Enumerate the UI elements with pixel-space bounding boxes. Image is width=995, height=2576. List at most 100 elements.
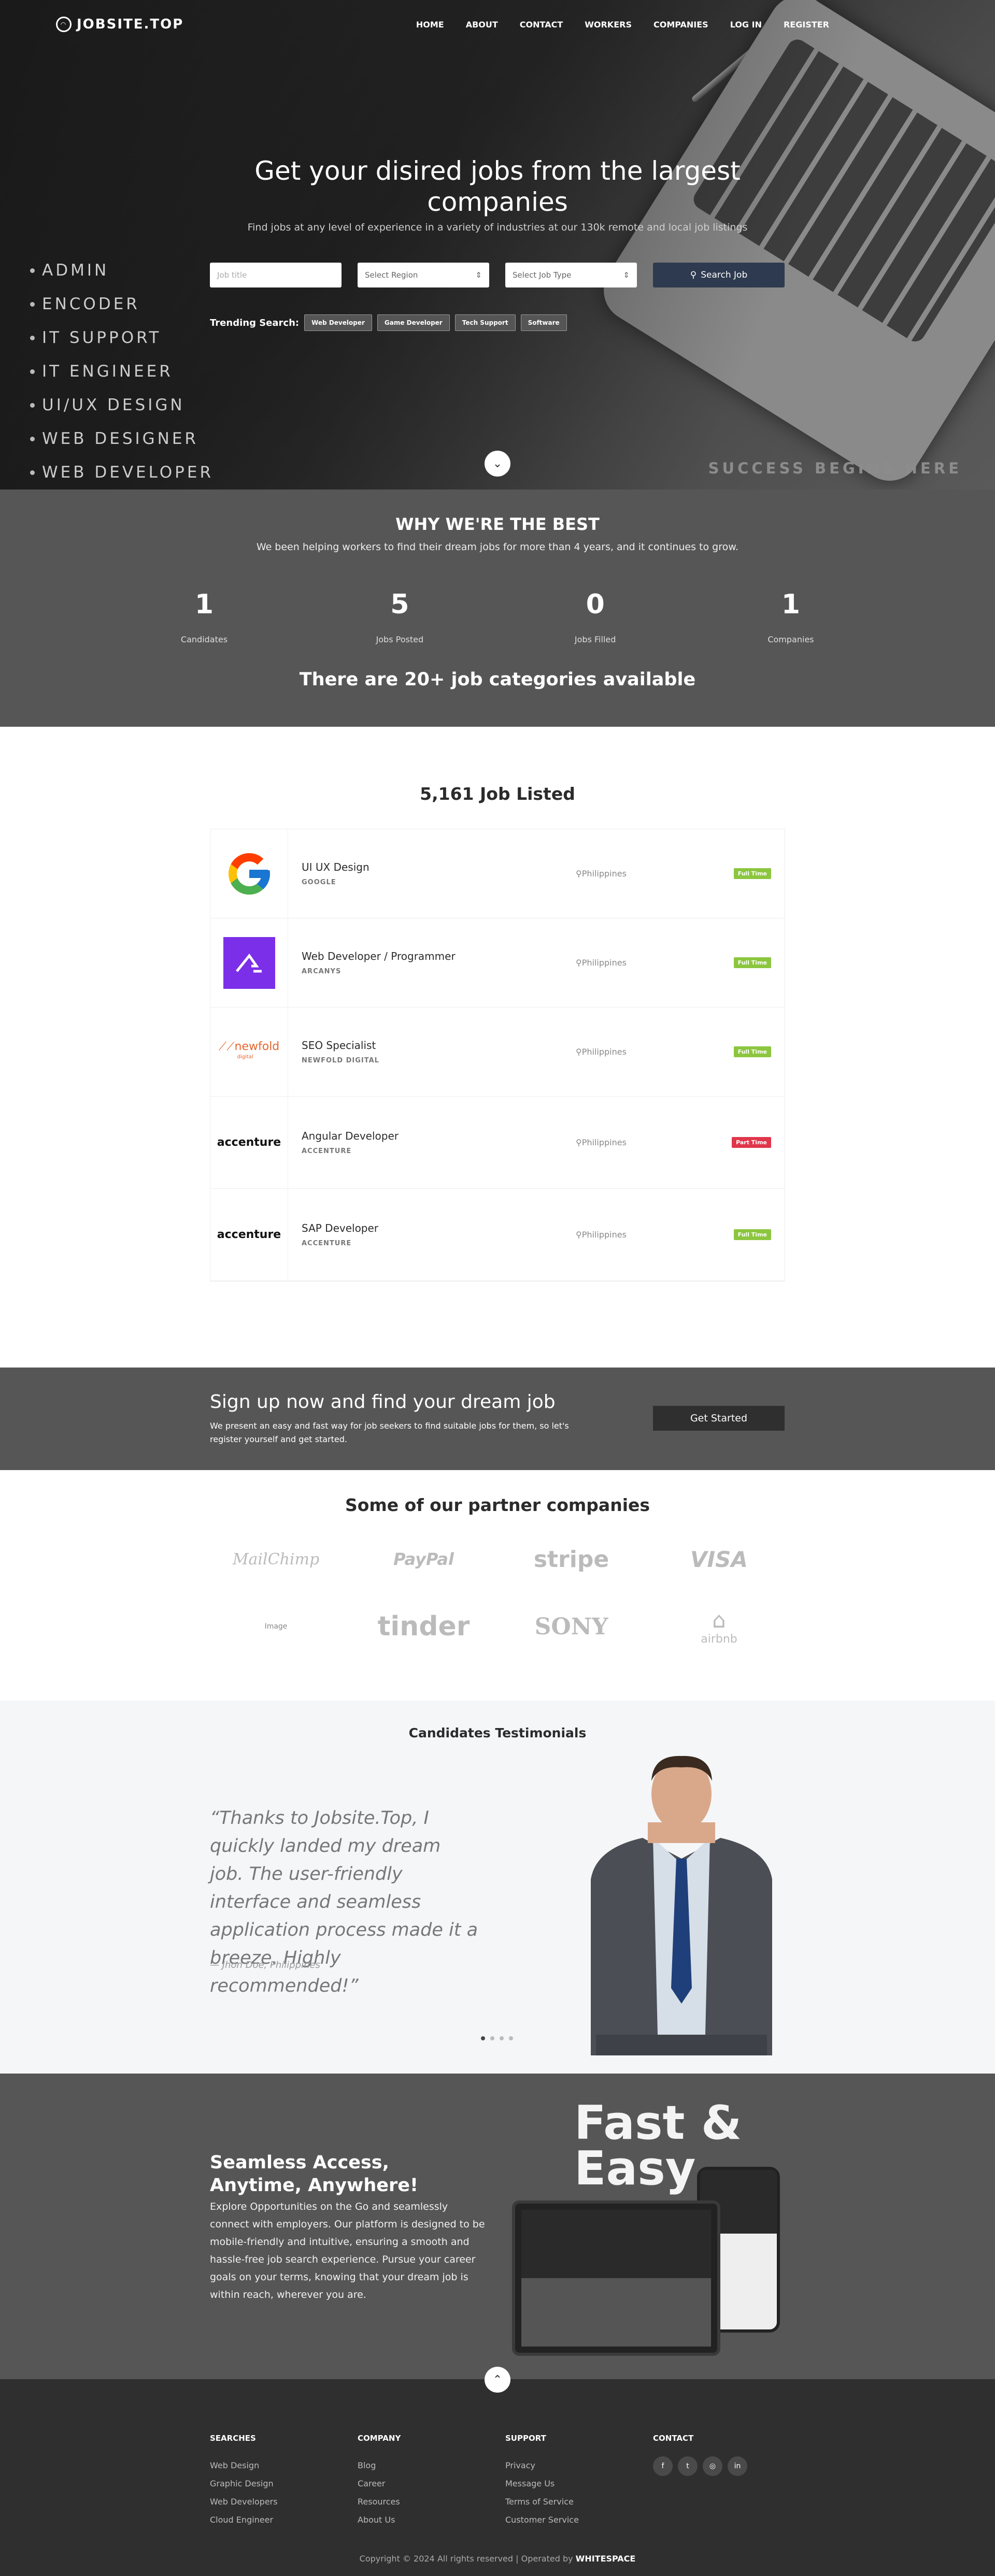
- job-search-form: Job title Select Region ⇕ Select Job Type…: [210, 263, 785, 287]
- airbnb-logo: ⌂ airbnb: [701, 1607, 737, 1646]
- partners-title: Some of our partner companies: [345, 1495, 650, 1515]
- testimonial-author: — Jhon Doe, Philippines: [210, 1960, 320, 1970]
- job-row[interactable]: ⟋⟋newfold digital SEO Specialist NEWFOLD D…: [210, 1008, 785, 1097]
- signup-title: Sign up now and find your dream job: [210, 1391, 556, 1413]
- operator-link[interactable]: WHITESPACE: [576, 2554, 636, 2564]
- role-item: ADMIN: [30, 254, 214, 287]
- job-row[interactable]: Web Developer / Programmer ARCANYS ⚲Phili…: [210, 918, 785, 1008]
- trending-search: Trending Search: Web Developer Game Deve…: [210, 314, 567, 331]
- stat-jobs-posted: 5 Jobs Posted: [376, 589, 424, 644]
- nav-login[interactable]: LOG IN: [730, 20, 762, 30]
- why-subtitle: We been helping workers to find their dr…: [256, 541, 739, 553]
- nav-companies[interactable]: COMPANIES: [653, 20, 708, 30]
- map-pin-icon: ⚲: [576, 1047, 582, 1057]
- footer-link[interactable]: Cloud Engineer: [210, 2511, 358, 2529]
- carousel-dot[interactable]: [509, 2036, 513, 2040]
- carousel-dot[interactable]: [500, 2036, 504, 2040]
- job-row[interactable]: UI UX Design GOOGLE ⚲Philippines Full Tim…: [210, 829, 785, 918]
- twitter-icon[interactable]: t: [678, 2456, 698, 2476]
- testimonial-quote: “Thanks to Jobsite.Top, I quickly landed…: [210, 1808, 478, 1996]
- job-location: ⚲Philippines: [576, 1230, 627, 1240]
- job-list: UI UX Design GOOGLE ⚲Philippines Full Tim…: [210, 829, 785, 1282]
- partners-section: Some of our partner companies MailChimp …: [0, 1470, 995, 1701]
- footer-link[interactable]: Customer Service: [505, 2511, 653, 2529]
- job-title[interactable]: Angular Developer: [302, 1130, 399, 1142]
- search-job-button[interactable]: ⚲ Search Job: [653, 263, 785, 287]
- hero-subtitle: Find jobs at any level of experience in …: [247, 222, 748, 233]
- accenture-logo: accenture: [210, 1189, 288, 1280]
- categories-heading: There are 20+ job categories available: [299, 669, 696, 690]
- trending-chip[interactable]: Web Developer: [304, 314, 372, 331]
- footer-link[interactable]: Resources: [358, 2493, 505, 2511]
- footer-link[interactable]: Message Us: [505, 2474, 653, 2493]
- trending-chip[interactable]: Tech Support: [454, 314, 516, 331]
- footer-link[interactable]: Web Developers: [210, 2493, 358, 2511]
- footer-columns: SEARCHES Web Design Graphic Design Web D…: [210, 2434, 801, 2529]
- footer-link[interactable]: Terms of Service: [505, 2493, 653, 2511]
- scroll-down-button[interactable]: ⌄: [485, 451, 510, 477]
- job-row[interactable]: accenture SAP Developer ACCENTURE ⚲Philip…: [210, 1189, 785, 1281]
- footer: SEARCHES Web Design Graphic Design Web D…: [0, 2379, 995, 2576]
- job-location: ⚲Philippines: [576, 869, 627, 879]
- site-logo[interactable]: ◠ JOBSITE.TOP: [56, 17, 183, 32]
- job-company: NEWFOLD DIGITAL: [302, 1057, 379, 1064]
- testimonial-photo: [591, 1755, 772, 2055]
- search-icon: ⚲: [690, 270, 697, 280]
- mobile-text: Explore Opportunities on the Go and seam…: [210, 2201, 485, 2300]
- tablet-mockup: [512, 2200, 720, 2356]
- map-pin-icon: ⚲: [576, 1230, 582, 1240]
- nav-contact[interactable]: CONTACT: [520, 20, 563, 30]
- footer-link[interactable]: About Us: [358, 2511, 505, 2529]
- job-type-badge: Full Time: [733, 1046, 771, 1057]
- stat-candidates: 1 Candidates: [180, 589, 228, 644]
- tagline: SUCCESS BEGINS HERE: [708, 459, 962, 477]
- role-item: WEB DEVELOPER: [30, 456, 214, 490]
- job-title-input[interactable]: Job title: [210, 263, 342, 287]
- signup-text: We present an easy and fast way for job …: [210, 1421, 569, 1444]
- nav-workers[interactable]: WORKERS: [585, 20, 632, 30]
- newfold-logo: ⟋⟋newfold digital: [210, 1008, 288, 1096]
- nav-about[interactable]: ABOUT: [466, 20, 498, 30]
- job-company: ARCANYS: [302, 968, 342, 975]
- footer-link[interactable]: Blog: [358, 2456, 505, 2474]
- job-type-badge: Part Time: [732, 1137, 771, 1148]
- job-title[interactable]: Web Developer / Programmer: [302, 950, 456, 962]
- google-logo: [210, 829, 288, 918]
- back-to-top-button[interactable]: ⌃: [485, 2367, 510, 2393]
- job-location: ⚲Philippines: [576, 958, 627, 968]
- visa-logo: VISA: [690, 1546, 748, 1572]
- job-row[interactable]: accenture Angular Developer ACCENTURE ⚲Ph…: [210, 1097, 785, 1189]
- map-pin-icon: ⚲: [576, 958, 582, 968]
- airbnb-icon: ⌂: [712, 1607, 726, 1633]
- footer-link[interactable]: Career: [358, 2474, 505, 2493]
- carousel-dot[interactable]: [481, 2036, 485, 2040]
- instagram-icon[interactable]: ◎: [703, 2456, 722, 2476]
- main-menu: HOME ABOUT CONTACT WORKERS COMPANIES LOG…: [416, 20, 829, 30]
- footer-link[interactable]: Privacy: [505, 2456, 653, 2474]
- job-location: ⚲Philippines: [576, 1138, 627, 1147]
- nav-home[interactable]: HOME: [416, 20, 444, 30]
- trending-chip[interactable]: Software: [520, 314, 567, 331]
- region-select[interactable]: Select Region ⇕: [358, 263, 489, 287]
- footer-link[interactable]: Web Design: [210, 2456, 358, 2474]
- job-title[interactable]: UI UX Design: [302, 861, 369, 873]
- hero-title: Get your disired jobs from the largest c…: [254, 156, 741, 217]
- nav-register[interactable]: REGISTER: [784, 20, 829, 30]
- job-title[interactable]: SEO Specialist: [302, 1039, 379, 1052]
- job-type-select[interactable]: Select Job Type ⇕: [505, 263, 637, 287]
- facebook-icon[interactable]: f: [653, 2456, 673, 2476]
- why-section: WHY WE'RE THE BEST We been helping worke…: [0, 490, 995, 727]
- job-type-badge: Full Time: [733, 957, 771, 968]
- jobs-section: 5,161 Job Listed UI UX Design GOOGLE ⚲Phi…: [0, 727, 995, 1368]
- trending-chip[interactable]: Game Developer: [377, 314, 450, 331]
- linkedin-icon[interactable]: in: [728, 2456, 747, 2476]
- select-arrows-icon: ⇕: [623, 270, 630, 280]
- carousel-dot[interactable]: [490, 2036, 494, 2040]
- partner-grid: MailChimp PayPal stripe VISA Image tinde…: [202, 1536, 793, 1650]
- stats-row: 1 Candidates 5 Jobs Posted 0 Jobs Filled 1C…: [165, 589, 830, 644]
- get-started-button[interactable]: Get Started: [653, 1406, 785, 1431]
- job-title[interactable]: SAP Developer: [302, 1222, 378, 1234]
- chevron-down-icon: ⌄: [492, 457, 503, 470]
- accenture-logo: accenture: [210, 1097, 288, 1188]
- footer-link[interactable]: Graphic Design: [210, 2474, 358, 2493]
